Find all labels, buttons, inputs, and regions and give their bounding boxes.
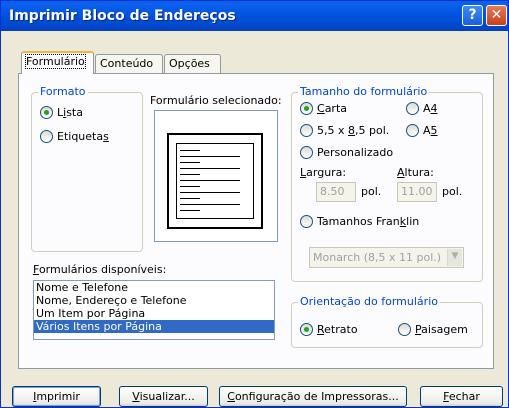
radio-icon	[398, 323, 411, 336]
size-carta-label: Carta	[317, 102, 348, 115]
size-custom-label: Personalizado	[317, 146, 394, 159]
available-forms-label: Formulários disponíveis:	[33, 263, 167, 276]
width-unit: pol.	[361, 185, 382, 198]
radio-icon	[300, 124, 313, 137]
format-list-radio[interactable]: Lista	[40, 106, 83, 119]
format-labels-radio[interactable]: Etiquetas	[40, 130, 109, 143]
close-button[interactable]: ✕	[486, 5, 507, 26]
preview-label: Formulário selecionado:	[150, 94, 282, 107]
size-a5-label: A5	[423, 124, 438, 137]
radio-icon	[300, 323, 313, 336]
form-preview	[154, 110, 278, 242]
tab-opcoes[interactable]: Opções	[164, 54, 221, 73]
orientation-portrait-radio[interactable]: Retrato	[300, 323, 358, 336]
form-size-legend: Tamanho do formulário	[298, 85, 430, 98]
orientation-portrait-label: Retrato	[317, 323, 358, 336]
franklin-size-select[interactable]: Monarch (8,5 x 11 pol.) ▼	[309, 247, 464, 268]
orientation-legend: Orientação do formulário	[298, 295, 440, 308]
radio-icon	[40, 106, 53, 119]
radio-icon	[300, 215, 313, 228]
orientation-landscape-label: Paisagem	[415, 323, 468, 336]
title-bar[interactable]: Imprimir Bloco de Endereços ? ✕	[1, 1, 508, 31]
radio-icon	[406, 102, 419, 115]
radio-icon	[40, 130, 53, 143]
size-55-radio[interactable]: 5,5 x 8,5 pol.	[300, 124, 389, 137]
chevron-down-icon[interactable]: ▼	[447, 249, 462, 266]
format-list-label: Lista	[57, 106, 83, 119]
list-item[interactable]: Um Item por Página	[34, 307, 274, 320]
size-a4-label: A4	[423, 102, 438, 115]
preview-button[interactable]: Visualizar...	[119, 386, 208, 407]
list-item[interactable]: Nome e Telefone	[34, 281, 274, 294]
format-legend: Formato	[38, 85, 88, 98]
franklin-size-value: Monarch (8,5 x 11 pol.)	[313, 251, 442, 264]
width-label: Largura:	[300, 166, 347, 179]
width-input[interactable]: 8.50	[316, 182, 356, 202]
printer-setup-button[interactable]: Configuração de Impressoras...	[219, 386, 407, 407]
size-carta-radio[interactable]: Carta	[300, 102, 347, 115]
size-a5-radio[interactable]: A5	[406, 124, 438, 137]
close-dialog-button[interactable]: Fechar	[420, 386, 503, 407]
size-franklin-radio[interactable]: Tamanhos Franklin	[300, 215, 419, 228]
radio-icon	[300, 146, 313, 159]
print-button[interactable]: Imprimir	[12, 386, 101, 407]
size-a4-radio[interactable]: A4	[406, 102, 438, 115]
size-franklin-label: Tamanhos Franklin	[317, 215, 420, 228]
format-group: Formato Lista Etiquetas	[31, 85, 143, 252]
tab-conteudo[interactable]: Conteúdo	[95, 54, 163, 73]
radio-icon	[300, 102, 313, 115]
available-forms-list[interactable]: Nome e Telefone Nome, Endereço e Telefon…	[33, 280, 275, 340]
height-label: Altura:	[397, 166, 434, 179]
help-button[interactable]: ?	[462, 5, 483, 26]
list-item-selected[interactable]: Vários Itens por Página	[34, 320, 274, 333]
height-input[interactable]: 11.00	[397, 182, 437, 202]
tab-panel: Formato Lista Etiquetas Formulário selec…	[18, 73, 494, 369]
print-address-book-dialog: Imprimir Bloco de Endereços ? ✕ Formato …	[0, 0, 509, 408]
orientation-group: Orientação do formulário Retrato Paisage…	[291, 295, 483, 348]
window-title: Imprimir Bloco de Endereços	[9, 8, 236, 24]
page-preview-icon	[167, 133, 263, 229]
tab-formulario[interactable]: Formulário	[21, 51, 94, 74]
list-item[interactable]: Nome, Endereço e Telefone	[34, 294, 274, 307]
size-custom-radio[interactable]: Personalizado	[300, 146, 393, 159]
format-labels-label: Etiquetas	[57, 130, 109, 143]
radio-icon	[406, 124, 419, 137]
orientation-landscape-radio[interactable]: Paisagem	[398, 323, 468, 336]
height-unit: pol.	[442, 185, 463, 198]
size-55-label: 5,5 x 8,5 pol.	[317, 124, 390, 137]
